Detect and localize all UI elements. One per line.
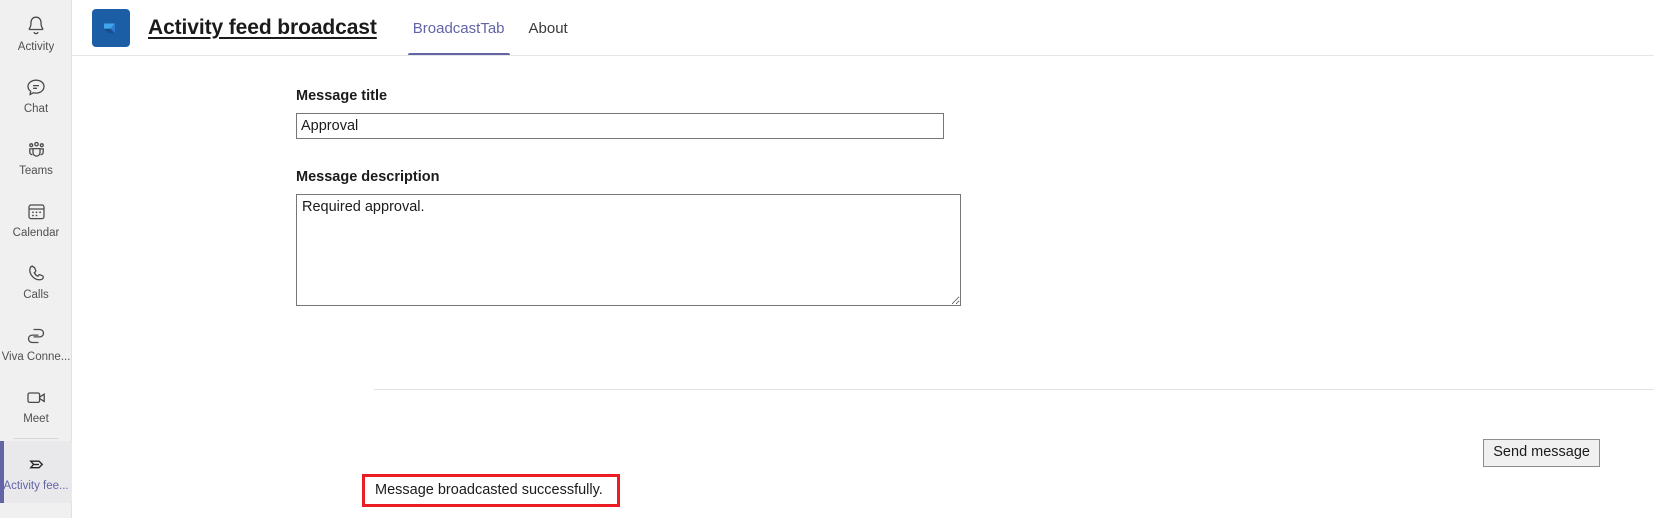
chat-icon [23,75,49,101]
tab-broadcasttab[interactable]: BroadcastTab [401,0,517,56]
tab-about[interactable]: About [517,0,580,56]
message-description-label: Message description [296,169,440,185]
sidebar-item-viva-connections[interactable]: Viva Conne... [0,312,72,374]
sidebar-item-label: Activity [17,40,55,53]
bell-icon [23,13,49,39]
broadcast-form: Message title Message description Requir… [72,56,1654,507]
sidebar-item-activity[interactable]: Activity [0,2,72,64]
calendar-icon [23,199,49,225]
rail-divider [13,438,58,439]
sidebar-item-chat[interactable]: Chat [0,64,72,126]
sidebar-item-label: Calendar [12,226,60,239]
tab-label: About [528,19,568,37]
sidebar-item-meet[interactable]: Meet [0,374,72,436]
sidebar-item-label: Calls [23,288,49,301]
video-camera-icon [23,385,49,411]
sidebar-item-label: Teams [19,164,53,177]
sidebar-item-label: Meet [23,412,49,425]
sidebar-item-calendar[interactable]: Calendar [0,188,72,250]
message-title-label: Message title [296,88,388,104]
broadcast-icon [23,452,49,478]
teams-icon [23,137,49,163]
form-spacer [296,139,1654,169]
send-message-row: Send message [72,439,1600,467]
status-highlight-box: Message broadcasted successfully. [362,474,620,507]
sidebar-item-label: Chat [23,102,49,115]
message-description-textarea[interactable]: Required approval. [296,194,961,306]
viva-connections-icon [23,323,49,349]
app-header: Activity feed broadcast BroadcastTab Abo… [72,0,1654,56]
activity-feed-broadcast-app-icon [92,9,130,47]
phone-icon [23,261,49,287]
page-title: Activity feed broadcast [148,16,377,39]
sidebar-item-teams[interactable]: Teams [0,126,72,188]
message-title-input[interactable] [296,113,944,139]
tab-bar: BroadcastTab About [401,0,580,56]
tab-label: BroadcastTab [412,19,505,37]
sidebar-item-activity-feed-broadcast[interactable]: Activity fee... [0,441,72,503]
sidebar-item-label: Viva Conne... [1,350,71,363]
status-message-text: Message broadcasted successfully. [375,482,603,498]
left-rail-navigation: Activity Chat Teams Calendar Calls Viva … [0,0,72,518]
app-content-area: Activity feed broadcast BroadcastTab Abo… [72,0,1654,518]
sidebar-item-label: Activity fee... [3,479,69,492]
status-message-area: Message broadcasted successfully. [362,474,620,507]
send-message-button[interactable]: Send message [1483,439,1600,467]
sidebar-item-calls[interactable]: Calls [0,250,72,312]
form-divider [374,389,1654,390]
teams-app-window: Activity Chat Teams Calendar Calls Viva … [0,0,1654,518]
